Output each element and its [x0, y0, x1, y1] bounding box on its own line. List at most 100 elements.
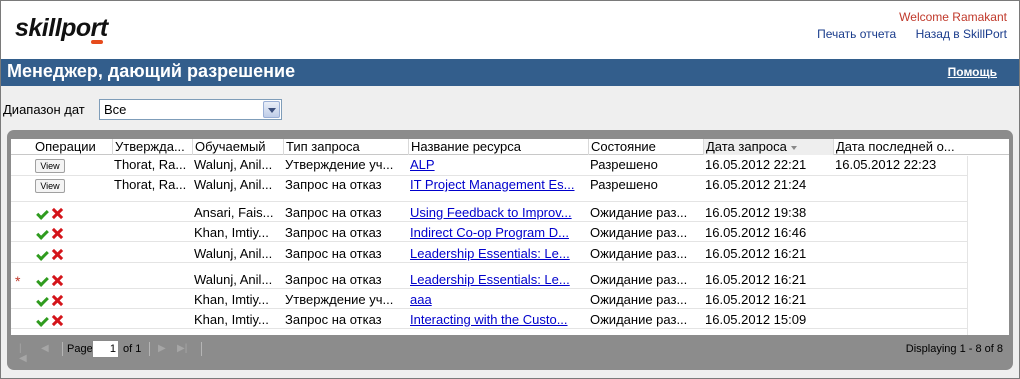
approve-check-icon[interactable]	[36, 228, 48, 239]
cell-resource-name[interactable]: Indirect Co-op Program D...	[408, 225, 588, 240]
pager-separator	[201, 342, 202, 356]
date-range-label: Диапазон дат	[3, 102, 85, 117]
prev-page-icon[interactable]: ◀	[41, 344, 51, 354]
cell-approver: Thorat, Ra...	[114, 157, 187, 172]
help-link[interactable]: Помощь	[948, 65, 997, 79]
cell-request-date: 16.05.2012 21:24	[705, 177, 807, 192]
cell-state: Ожидание раз...	[590, 272, 688, 287]
pager-separator	[149, 342, 150, 356]
cell-request-type: Утверждение уч...	[285, 292, 394, 307]
cell-learner: Khan, Imtiy...	[194, 225, 269, 240]
pager-separator	[62, 342, 63, 356]
col-learner[interactable]: Обучаемый	[192, 139, 283, 155]
top-links: Печать отчета Назад в SkillPort	[801, 27, 1007, 41]
cell-learner: Walunj, Anil...	[194, 177, 273, 192]
last-page-icon[interactable]: ▶|	[177, 344, 187, 354]
date-range-select[interactable]: Все	[99, 99, 282, 120]
page-label: Page	[67, 343, 93, 355]
cell-request-type: Запрос на отказ	[285, 177, 382, 192]
cell-resource-name[interactable]: Leadership Essentials: Le...	[408, 246, 588, 261]
col-request-date[interactable]: Дата запроса	[703, 139, 833, 155]
first-page-icon[interactable]: |◀	[19, 344, 29, 364]
cell-resource-name[interactable]: Using Feedback to Improv...	[408, 205, 588, 220]
title-bar: Менеджер, дающий разрешение Помощь	[1, 59, 1019, 86]
cell-last-date: 16.05.2012 22:23	[835, 157, 937, 172]
table-row[interactable]: View Thorat, Ra... Walunj, Anil... Утвержде…	[11, 156, 967, 176]
display-count: Displaying 1 - 8 of 8	[905, 343, 1003, 355]
cell-resource-name[interactable]: Leadership Essentials: Le...	[408, 272, 588, 287]
approve-check-icon[interactable]	[36, 208, 48, 219]
dropdown-arrow-icon[interactable]	[263, 101, 280, 118]
cell-learner: Walunj, Anil...	[194, 272, 273, 287]
grid-panel: Операции Утвержда... Обучаемый Тип запро…	[7, 130, 1013, 370]
cell-request-type: Запрос на отказ	[285, 225, 382, 240]
reject-x-icon[interactable]	[51, 315, 63, 327]
cell-request-date: 16.05.2012 16:46	[705, 225, 807, 240]
col-approver[interactable]: Утвержда...	[112, 139, 192, 155]
cell-approver: Thorat, Ra...	[114, 177, 187, 192]
cell-state: Разрешено	[590, 157, 658, 172]
sort-desc-icon	[790, 145, 797, 150]
cell-resource-name[interactable]: ALP	[408, 157, 588, 172]
cell-learner: Khan, Imtiy...	[194, 292, 269, 307]
cell-learner: Walunj, Anil...	[194, 157, 273, 172]
cell-state: Разрешено	[590, 177, 658, 192]
col-state[interactable]: Состояние	[588, 139, 703, 155]
reject-x-icon[interactable]	[51, 208, 63, 220]
approve-check-icon[interactable]	[36, 275, 48, 286]
col-last-date[interactable]: Дата последней о...	[833, 139, 967, 155]
cell-request-date: 16.05.2012 16:21	[705, 246, 807, 261]
paging-toolbar: |◀ ◀ Page 1 of 1 ▶ ▶| Displaying 1 - 8 o…	[11, 338, 1009, 364]
cell-request-date: 16.05.2012 19:38	[705, 205, 807, 220]
reject-x-icon[interactable]	[51, 228, 63, 240]
next-page-icon[interactable]: ▶	[158, 344, 168, 354]
col-operations[interactable]: Операции	[11, 139, 112, 155]
cell-resource-name[interactable]: aaa	[408, 292, 588, 307]
table-row[interactable]: Khan, Imtiy... Запрос на отказ Interacting…	[11, 309, 967, 329]
cell-learner: Khan, Imtiy...	[194, 312, 269, 327]
cell-state: Ожидание раз...	[590, 312, 688, 327]
cell-learner: Ansari, Fais...	[194, 205, 274, 220]
page-title: Менеджер, дающий разрешение	[7, 61, 296, 81]
approve-check-icon[interactable]	[36, 295, 48, 306]
col-request-date-label: Дата запроса	[706, 139, 787, 154]
view-button[interactable]: View	[35, 159, 65, 173]
skillport-logo: skillport	[15, 14, 125, 48]
print-report-link[interactable]: Печать отчета	[817, 27, 896, 41]
cell-state: Ожидание раз...	[590, 225, 688, 240]
cell-resource-name[interactable]: IT Project Management Es...	[408, 177, 588, 192]
cell-request-type: Запрос на отказ	[285, 246, 382, 261]
cell-request-type: Запрос на отказ	[285, 272, 382, 287]
cell-state: Ожидание раз...	[590, 292, 688, 307]
reject-x-icon[interactable]	[51, 249, 63, 261]
table-row[interactable]: Walunj, Anil... Запрос на отказ Leadership…	[11, 242, 967, 263]
table-row[interactable]: * Walunj, Anil... Запрос на отказ Leadershi…	[11, 263, 967, 289]
table-row[interactable]: Khan, Imtiy... Утверждение уч... aaa Ожидан…	[11, 289, 967, 309]
cell-state: Ожидание раз...	[590, 205, 688, 220]
date-range-value: Все	[104, 102, 127, 117]
col-resource-name[interactable]: Название ресурса	[408, 139, 588, 155]
back-to-skillport-link[interactable]: Назад в SkillPort	[916, 27, 1007, 41]
reject-x-icon[interactable]	[51, 295, 63, 307]
cell-request-date: 16.05.2012 16:21	[705, 292, 807, 307]
app-frame: skillport Welcome Ramakant Печать отчета…	[0, 0, 1020, 379]
top-header: skillport Welcome Ramakant Печать отчета…	[1, 1, 1019, 59]
grid-header: Операции Утвержда... Обучаемый Тип запро…	[11, 139, 1009, 155]
reject-x-icon[interactable]	[51, 275, 63, 287]
cell-request-type: Запрос на отказ	[285, 312, 382, 327]
cell-resource-name[interactable]: Interacting with the Custo...	[408, 312, 588, 327]
approve-check-icon[interactable]	[36, 315, 48, 326]
table-row[interactable]: Ansari, Fais... Запрос на отказ Using Feed…	[11, 202, 967, 222]
page-number-input[interactable]: 1	[92, 340, 119, 358]
view-button[interactable]: View	[35, 179, 65, 193]
cell-request-date: 16.05.2012 22:21	[705, 157, 807, 172]
approve-check-icon[interactable]	[36, 249, 48, 260]
logo-text: skillport	[15, 14, 108, 42]
cell-request-type: Утверждение уч...	[285, 157, 394, 172]
requests-grid: Операции Утвержда... Обучаемый Тип запро…	[11, 139, 1009, 335]
required-marker: *	[15, 273, 21, 289]
col-request-type[interactable]: Тип запроса	[283, 139, 408, 155]
table-row[interactable]: View Thorat, Ra... Walunj, Anil... Запрос н…	[11, 176, 967, 202]
table-row[interactable]: Khan, Imtiy... Запрос на отказ Indirect Co…	[11, 222, 967, 242]
cell-request-date: 16.05.2012 15:09	[705, 312, 807, 327]
